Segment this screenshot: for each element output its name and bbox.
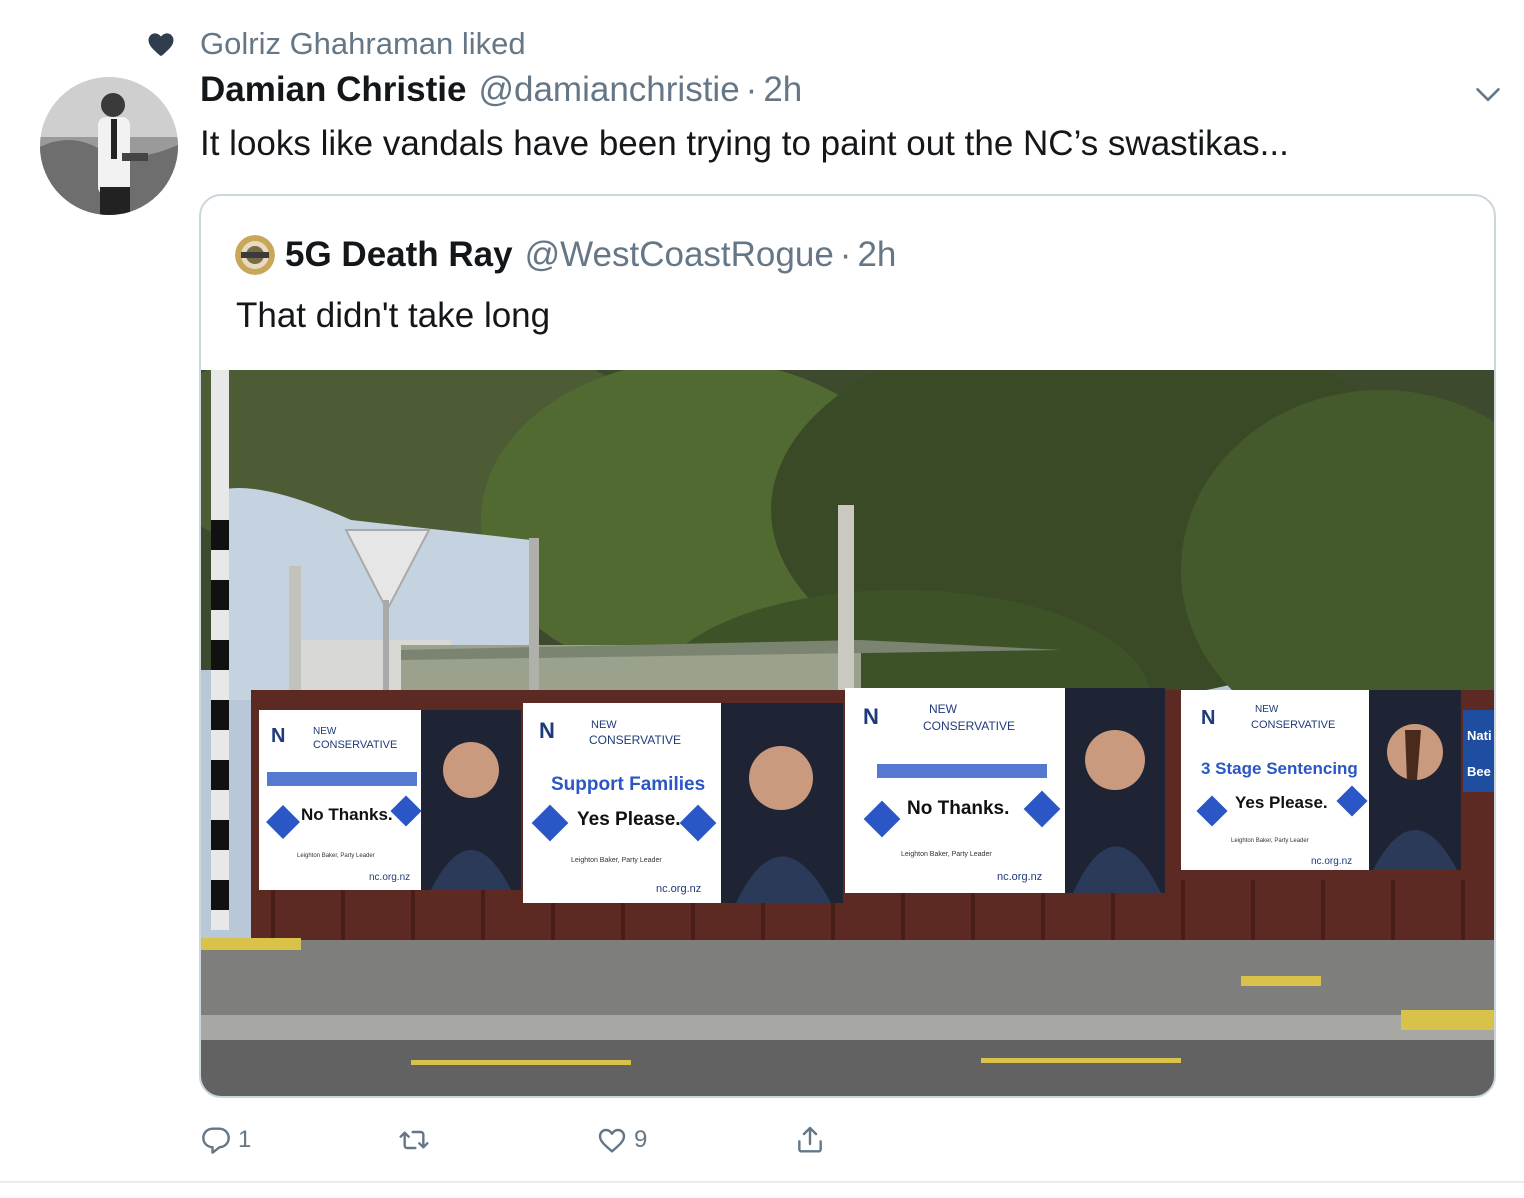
edge-sign-line1: Nati	[1467, 728, 1492, 743]
heart-outline-icon	[598, 1128, 626, 1153]
billboard: N NEW CONSERVATIVE Support Families Yes …	[523, 703, 843, 903]
billboard-party2: CONSERVATIVE	[1251, 719, 1335, 731]
share-icon	[798, 1126, 822, 1153]
quoted-author-handle: @WestCoastRogue	[524, 235, 834, 274]
tweet-header: Damian Christie @damianchristie · 2h	[200, 70, 802, 116]
author-name[interactable]: Damian Christie	[200, 70, 466, 110]
svg-text:N: N	[863, 704, 879, 729]
billboard-leader: Leighton Baker, Party Leader	[1231, 838, 1309, 844]
share-button[interactable]	[794, 1118, 832, 1162]
billboard-party: NEW	[591, 719, 617, 731]
quoted-tweet-card[interactable]: 5G Death Ray @WestCoastRogue · 2h That d…	[199, 194, 1496, 1098]
quoted-separator-dot: ·	[839, 235, 852, 274]
retweet-icon	[399, 1130, 429, 1150]
author-avatar[interactable]	[40, 77, 178, 215]
tweet-photo[interactable]: N NEW CONSERVATIVE No Thanks. Leighton B…	[201, 370, 1494, 1096]
reply-button[interactable]: 1	[200, 1118, 251, 1162]
heart-icon	[148, 33, 174, 56]
tweet-timestamp[interactable]: 2h	[763, 70, 802, 110]
retweet-button[interactable]	[398, 1118, 436, 1162]
billboard-leader: Leighton Baker, Party Leader	[901, 851, 992, 858]
billboard: N NEW CONSERVATIVE No Thanks. Leighton B…	[259, 710, 521, 890]
reply-count: 1	[238, 1126, 252, 1153]
author-handle[interactable]: @damianchristie	[478, 70, 739, 110]
social-context: Golriz Ghahraman liked	[146, 22, 526, 66]
tweet-text: It looks like vandals have been trying t…	[200, 124, 1289, 163]
billboard-party: NEW	[1255, 704, 1279, 715]
billboard-answer: No Thanks.	[907, 798, 1009, 819]
billboard-answer: Yes Please.	[1235, 793, 1328, 812]
billboard-party: NEW	[313, 726, 337, 737]
billboard-leader: Leighton Baker, Party Leader	[297, 853, 375, 859]
divider	[0, 1181, 1524, 1183]
billboard: N NEW CONSERVATIVE 3 Stage Sentencing Ye…	[1181, 690, 1461, 870]
billboard-answer: Yes Please.	[577, 809, 681, 830]
separator-dot: ·	[745, 70, 758, 109]
billboard-url: nc.org.nz	[1311, 856, 1352, 867]
quoted-author-avatar	[235, 235, 275, 275]
tweet[interactable]: Golriz Ghahraman liked Damian Christie @…	[0, 0, 1524, 1198]
reply-icon	[202, 1127, 230, 1154]
billboard-leader: Leighton Baker, Party Leader	[571, 857, 662, 864]
billboard-url: nc.org.nz	[656, 883, 701, 895]
billboard-answer: No Thanks.	[301, 805, 393, 824]
billboard-slogan: Support Families	[551, 774, 705, 795]
billboard-slogan: 3 Stage Sentencing	[1201, 759, 1358, 778]
quoted-tweet-header: 5G Death Ray @WestCoastRogue · 2h	[235, 232, 896, 278]
quoted-timestamp: 2h	[857, 235, 897, 274]
chevron-down-icon[interactable]	[1474, 80, 1502, 108]
billboard-url: nc.org.nz	[997, 871, 1042, 883]
billboard-url: nc.org.nz	[369, 872, 410, 883]
billboard: N NEW CONSERVATIVE No Thanks. Leighton B…	[845, 688, 1165, 893]
quoted-tweet-text: That didn't take long	[236, 296, 551, 335]
like-button[interactable]: 9	[596, 1118, 647, 1162]
edge-sign-line2: Bee	[1467, 764, 1491, 779]
billboard-party2: CONSERVATIVE	[589, 733, 681, 747]
social-context-text: Golriz Ghahraman liked	[200, 26, 526, 61]
billboard-party2: CONSERVATIVE	[313, 739, 397, 751]
edge-sign: Nati Bee	[1463, 710, 1494, 792]
svg-text:N: N	[271, 725, 285, 747]
tweet-actions: 1 9	[200, 1118, 900, 1162]
like-count: 9	[634, 1126, 648, 1153]
svg-text:N: N	[1201, 707, 1215, 729]
svg-text:N: N	[539, 718, 555, 743]
billboard-party2: CONSERVATIVE	[923, 719, 1015, 733]
billboard-party: NEW	[929, 702, 958, 716]
quoted-author-name: 5G Death Ray	[285, 235, 513, 274]
